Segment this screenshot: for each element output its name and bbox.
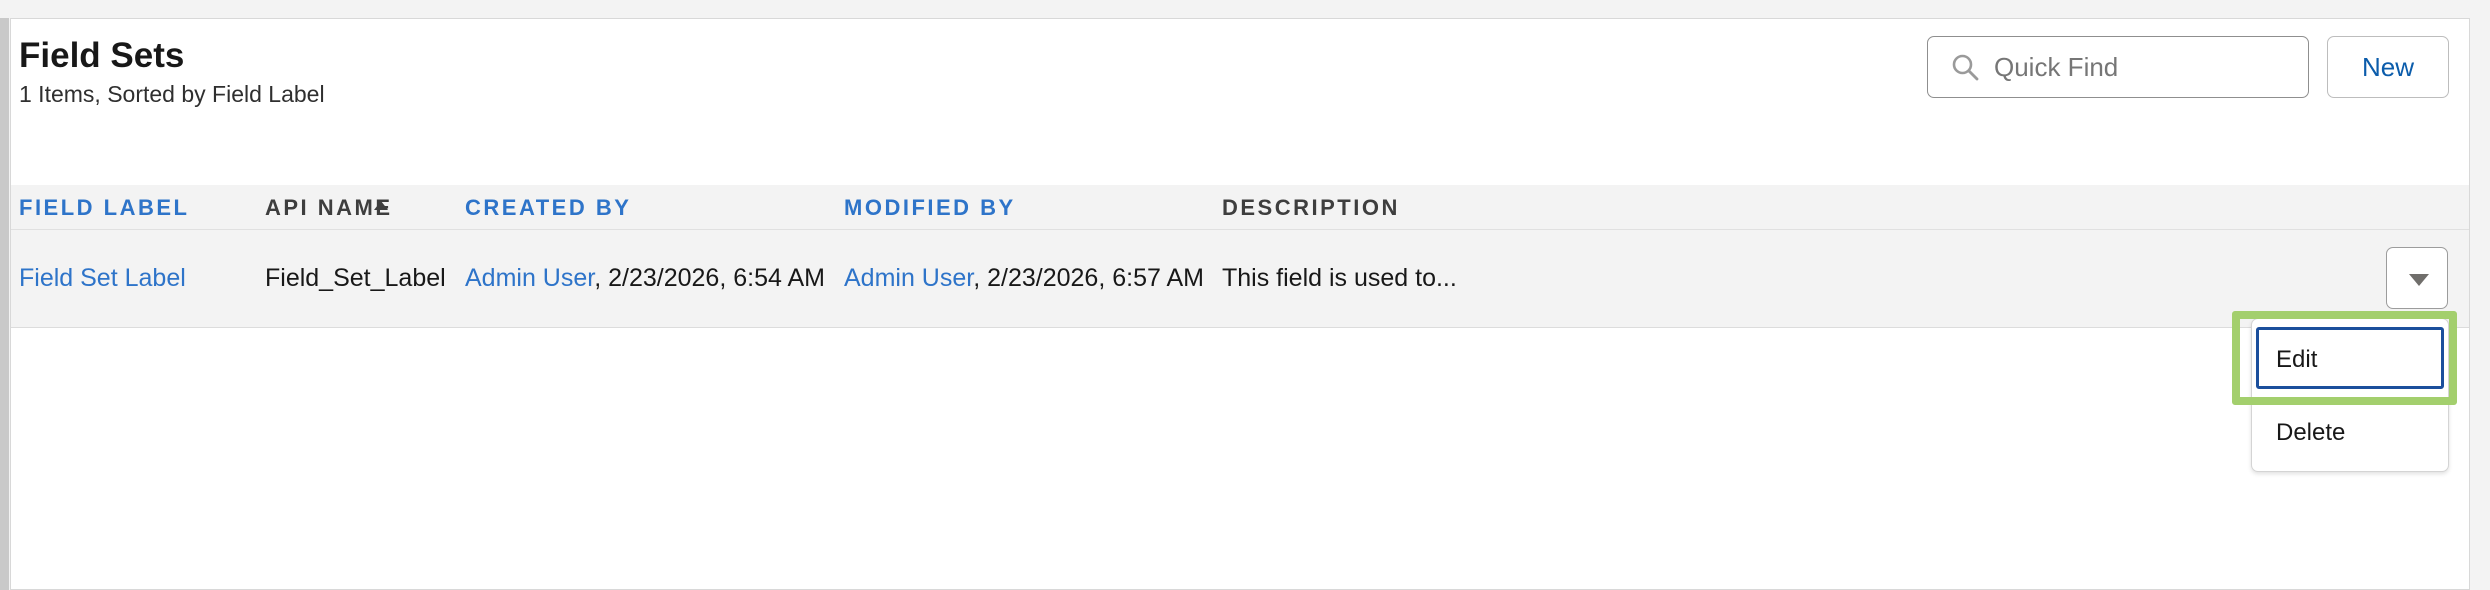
chevron-down-icon	[2409, 274, 2429, 286]
menu-item-edit[interactable]: Edit	[2256, 327, 2444, 389]
created-by-cell: Admin User, 2/23/2026, 6:54 AM	[465, 264, 825, 293]
column-header-modified-by[interactable]: Modified By	[844, 195, 1016, 221]
column-header-api-name: API Name	[265, 195, 393, 220]
column-header-created-by[interactable]: Created By	[465, 195, 631, 221]
page-subtitle: 1 Items, Sorted by Field Label	[19, 81, 325, 107]
column-header-field-label[interactable]: Field Label	[19, 195, 190, 221]
quick-find-box[interactable]	[1927, 36, 2309, 98]
created-by-user-link[interactable]: Admin User	[465, 264, 594, 292]
quick-find-input[interactable]	[1992, 37, 2296, 97]
modified-by-cell: Admin User, 2/23/2026, 6:57 AM	[844, 264, 1204, 293]
field-label-link[interactable]: Field Set Label	[19, 264, 186, 292]
row-actions-button[interactable]	[2386, 247, 2448, 309]
new-button[interactable]: New	[2327, 36, 2449, 98]
search-icon	[1952, 54, 1979, 81]
api-name-cell: Field_Set_Label	[265, 264, 446, 292]
table-header-row: Field Label API Name Created By Modified…	[11, 185, 2469, 230]
left-rail	[0, 18, 9, 590]
page-title: Field Sets	[19, 36, 185, 75]
menu-item-edit-label: Edit	[2276, 346, 2318, 373]
description-cell: This field is used to...	[1222, 264, 1457, 292]
created-by-time: , 2/23/2026, 6:54 AM	[594, 264, 825, 292]
modified-by-time: , 2/23/2026, 6:57 AM	[973, 264, 1204, 292]
menu-item-delete[interactable]: Delete	[2276, 419, 2345, 447]
column-header-description: Description	[1222, 195, 1400, 220]
modified-by-user-link[interactable]: Admin User	[844, 264, 973, 292]
table-row: Field Set Label Field_Set_Label Admin Us…	[11, 230, 2469, 328]
